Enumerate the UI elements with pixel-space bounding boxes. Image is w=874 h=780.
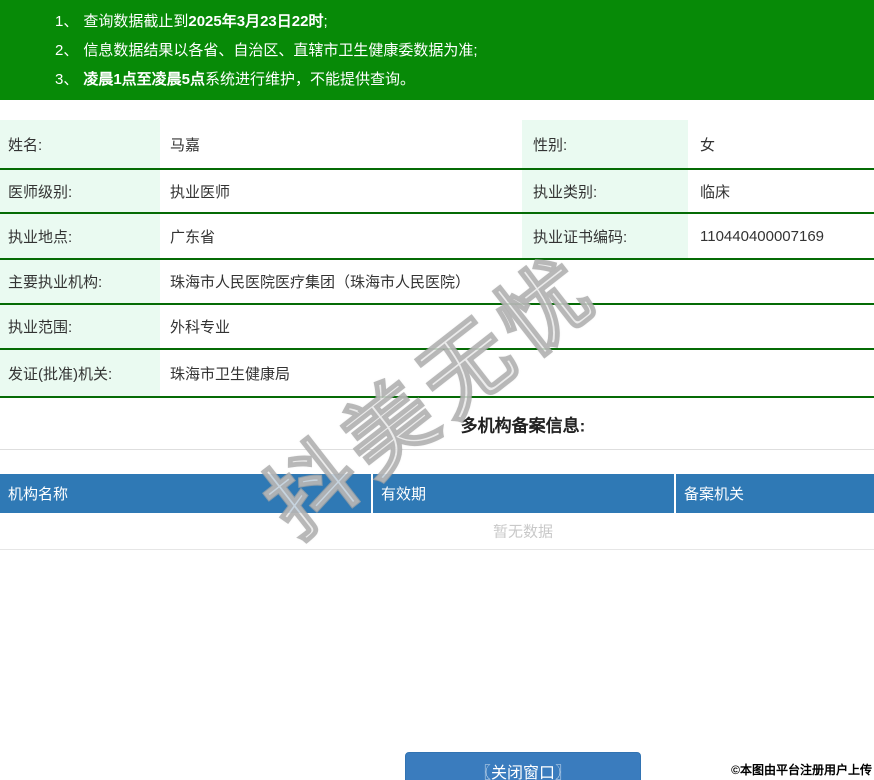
- field-value-issuing-authority: 珠海市卫生健康局: [170, 365, 291, 383]
- filing-table-header: 机构名称 有效期 备案机关: [0, 474, 874, 513]
- table-row: 执业地点: 广东省 执业证书编码: 110440400007169: [0, 214, 874, 260]
- notice-bold-text: 凌晨1点至凌晨5点: [83, 71, 206, 88]
- table-row: 发证(批准)机关: 珠海市卫生健康局: [0, 350, 874, 398]
- notice-line-3: 3、 凌晨1点至凌晨5点系统进行维护，不能提供查询。: [55, 65, 874, 94]
- field-value-main-institution: 珠海市人民医院医疗集团（珠海市人民医院）: [170, 274, 471, 291]
- notice-number: 3、: [55, 71, 79, 88]
- column-header-institution-name: 机构名称: [0, 474, 371, 513]
- close-window-button[interactable]: 〖关闭窗口〗: [405, 752, 641, 780]
- copyright-text: ©本图由平台注册用户上传: [731, 763, 872, 777]
- filing-empty-row: 暂无数据: [0, 513, 874, 550]
- field-label-practice-category: 执业类别:: [522, 170, 688, 212]
- notice-line-1: 1、 查询数据截止到2025年3月23日22时;: [55, 7, 874, 36]
- field-label-certificate-number: 执业证书编码:: [522, 214, 688, 258]
- table-row: 主要执业机构: 珠海市人民医院医疗集团（珠海市人民医院）: [0, 260, 874, 305]
- filing-section-row: 多机构备案信息:: [0, 398, 874, 450]
- table-row: 医师级别: 执业医师 执业类别: 临床: [0, 170, 874, 214]
- license-query-result-page: 1、 查询数据截止到2025年3月23日22时; 2、 信息数据结果以各省、自治区、…: [0, 0, 874, 780]
- field-value-practice-scope: 外科专业: [170, 319, 231, 336]
- field-label-practice-location: 执业地点:: [0, 214, 160, 258]
- table-row: 姓名: 马嘉 性别: 女: [0, 120, 874, 170]
- notice-number: 1、: [55, 13, 79, 30]
- table-row: 执业范围: 外科专业: [0, 305, 874, 350]
- notice-text: 系统进行维护，不能提供查询。: [205, 71, 416, 88]
- field-value-practice-category: 临床: [700, 183, 731, 201]
- field-label-gender: 性别:: [522, 120, 688, 168]
- column-header-validity-period: 有效期: [373, 474, 674, 513]
- notice-line-2: 2、 信息数据结果以各省、自治区、直辖市卫生健康委数据为准;: [55, 36, 874, 65]
- notice-text: 信息数据结果以各省、自治区、直辖市卫生健康委数据为准;: [83, 42, 478, 59]
- field-value-gender: 女: [700, 136, 716, 154]
- notice-bold-text: 2025年3月23日22时: [188, 13, 324, 30]
- practitioner-info-table: 姓名: 马嘉 性别: 女 医师级别: 执业医师 执业类别: 临床 执业地点: 广…: [0, 120, 874, 550]
- notice-number: 2、: [55, 42, 79, 59]
- field-label-practice-scope: 执业范围:: [0, 305, 160, 348]
- field-label-doctor-level: 医师级别:: [0, 170, 160, 212]
- notice-text: 查询数据截止到: [83, 13, 189, 30]
- notice-text: ;: [323, 13, 328, 30]
- field-label-main-institution: 主要执业机构:: [0, 260, 160, 303]
- field-value-certificate-number: 110440400007169: [700, 227, 825, 245]
- notice-banner: 1、 查询数据截止到2025年3月23日22时; 2、 信息数据结果以各省、自治区、…: [0, 0, 874, 100]
- filing-section-title: 多机构备案信息:: [460, 416, 586, 435]
- field-label-issuing-authority: 发证(批准)机关:: [0, 350, 160, 396]
- no-data-text: 暂无数据: [492, 523, 554, 541]
- field-label-name: 姓名:: [0, 120, 160, 168]
- column-header-filing-authority: 备案机关: [676, 474, 874, 513]
